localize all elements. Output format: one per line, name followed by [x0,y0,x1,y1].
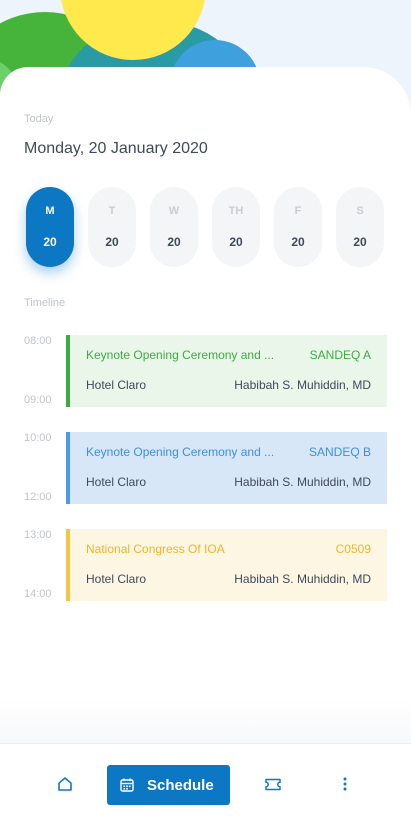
event-card[interactable]: Keynote Opening Ceremony and ... SANDEQ … [66,335,387,407]
event-card[interactable]: Keynote Opening Ceremony and ... SANDEQ … [66,432,387,504]
event-end-time: 09:00 [24,394,52,406]
ticket-icon [265,778,281,791]
event-person: Habibah S. Muhiddin, MD [234,475,371,489]
nav-more-button[interactable] [330,744,360,823]
event-person: Habibah S. Muhiddin, MD [234,378,371,392]
day-abbr: T [108,205,116,217]
nav-ticket-button[interactable] [256,744,290,823]
event-title: Keynote Opening Ceremony and ... [86,348,275,362]
timeline-label: Timeline [24,297,66,309]
day-abbr: S [356,205,364,217]
day-abbr: W [168,205,180,217]
event-title: Keynote Opening Ceremony and ... [86,445,275,459]
event-place: Hotel Claro [86,572,147,586]
bottom-fade [0,700,411,745]
day-number: 20 [353,235,367,249]
day-monday[interactable]: M 20 [26,187,74,267]
event-person: Habibah S. Muhiddin, MD [234,572,371,586]
day-number: 20 [229,235,243,249]
event-end-time: 14:00 [24,588,52,600]
day-number: 20 [291,235,305,249]
schedule-label: Schedule [147,776,214,794]
calendar-icon [120,778,134,792]
day-saturday[interactable]: S 20 [336,187,384,267]
event-card[interactable]: National Congress Of IOA C0509 Hotel Cla… [66,529,387,601]
nav-home-button[interactable] [48,744,82,823]
page-title: Monday, 20 January 2020 [24,140,208,157]
day-friday[interactable]: F 20 [274,187,322,267]
event-start-time: 08:00 [24,335,52,347]
event-title: National Congress Of IOA [86,542,225,556]
event-start-time: 13:00 [24,529,52,541]
day-abbr: M [45,205,55,217]
event-code: C0509 [335,542,371,556]
day-number: 20 [43,235,57,249]
event-code: SANDEQ B [308,445,371,459]
day-wednesday[interactable]: W 20 [150,187,198,267]
event-code: SANDEQ A [309,348,371,362]
day-abbr: TH [228,205,244,217]
schedule-button[interactable]: Schedule [107,765,230,805]
home-icon [57,776,73,792]
day-tuesday[interactable]: T 20 [88,187,136,267]
more-vertical-icon [343,777,347,791]
day-number: 20 [105,235,119,249]
day-number: 20 [167,235,181,249]
app-screen: Today Monday, 20 January 2020 M 20 T 20 … [0,0,411,823]
event-place: Hotel Claro [86,378,147,392]
day-thursday[interactable]: TH 20 [212,187,260,267]
day-abbr: F [294,205,302,217]
event-end-time: 12:00 [24,491,52,503]
day-picker: M 20 T 20 W 20 TH 20 F 20 S 20 [26,187,386,267]
today-label: Today [24,113,54,125]
bottom-nav: Schedule [0,743,411,823]
event-place: Hotel Claro [86,475,147,489]
event-start-time: 10:00 [24,432,52,444]
